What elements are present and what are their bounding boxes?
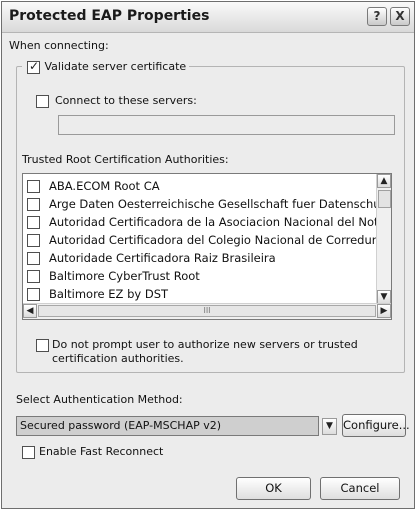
auth-method-select[interactable]: Secured password (EAP-MSCHAP v2) [16, 416, 319, 436]
auth-method-label: Select Authentication Method: [16, 393, 183, 406]
chevron-down-icon: ▼ [380, 292, 388, 302]
list-item[interactable]: ABA.ECOM Root CA [23, 178, 377, 196]
scroll-right-button[interactable]: ▶ [377, 304, 391, 318]
cert-name: Autoridade Certificadora Raiz Brasileira [49, 251, 276, 265]
list-item[interactable]: Autoridad Certificadora del Colegio Naci… [23, 232, 391, 250]
cert-name: Arge Daten Oesterreichische Gesellschaft… [49, 197, 392, 211]
cert-list[interactable]: ABA.ECOM Root CA Arge Daten Oesterreichi… [22, 173, 392, 320]
cert-checkbox[interactable] [27, 252, 40, 265]
title-bar[interactable]: Protected EAP Properties ? X [2, 2, 414, 33]
close-button[interactable]: X [390, 7, 410, 26]
cert-name: Baltimore EZ by DST [49, 287, 169, 301]
cancel-button[interactable]: Cancel [320, 477, 400, 500]
validate-cert-label: Validate server certificate [44, 59, 187, 73]
auth-method-dropdown-button[interactable]: ▼ [322, 418, 337, 435]
horizontal-scrollbar[interactable]: ◀ III ▶ [23, 303, 391, 319]
validate-cert-checkbox-row[interactable]: ✓ Validate server certificate [22, 58, 190, 75]
chevron-up-icon: ▲ [380, 176, 388, 186]
do-not-prompt-checkbox[interactable] [36, 339, 49, 352]
cert-checkbox[interactable] [27, 216, 40, 229]
cert-checkbox[interactable] [27, 180, 40, 193]
help-button[interactable]: ? [367, 7, 387, 26]
list-item[interactable]: Autoridade Certificadora Raiz Brasileira [23, 250, 377, 268]
do-not-prompt-label-line2: certification authorities. [52, 352, 184, 365]
fast-reconnect-label: Enable Fast Reconnect [39, 445, 164, 458]
checkmark-icon: ✓ [29, 58, 40, 73]
validate-cert-checkbox[interactable]: ✓ [27, 58, 40, 74]
vertical-scroll-thumb[interactable] [378, 190, 391, 208]
cert-name: Autoridad Certificadora de la Asociacion… [49, 215, 392, 229]
servers-input[interactable] [58, 115, 395, 135]
do-not-prompt-label-line1: Do not prompt user to authorize new serv… [52, 338, 358, 351]
cert-checkbox[interactable] [27, 270, 40, 283]
chevron-down-icon: ▼ [326, 421, 333, 431]
scroll-grip-icon: III [203, 306, 211, 315]
cert-name: Baltimore CyberTrust Root [49, 269, 200, 283]
horizontal-scroll-thumb[interactable]: III [38, 305, 376, 317]
cert-name: ABA.ECOM Root CA [49, 179, 160, 193]
scroll-down-button[interactable]: ▼ [377, 290, 391, 304]
configure-button[interactable]: Configure... [342, 414, 410, 437]
scroll-up-button[interactable]: ▲ [377, 174, 391, 188]
ok-button[interactable]: OK [236, 477, 311, 500]
connect-servers-checkbox[interactable] [36, 95, 49, 108]
list-item[interactable]: Autoridad Certificadora de la Asociacion… [23, 214, 391, 232]
question-mark-icon: ? [373, 9, 381, 23]
auth-method-value: Secured password (EAP-MSCHAP v2) [20, 419, 222, 432]
list-item[interactable]: Baltimore EZ by DST [23, 286, 377, 304]
chevron-right-icon: ▶ [380, 306, 388, 316]
when-connecting-label: When connecting: [9, 39, 109, 52]
connect-servers-label: Connect to these servers: [55, 94, 197, 107]
scroll-left-button[interactable]: ◀ [23, 304, 37, 318]
chevron-left-icon: ◀ [26, 306, 34, 316]
dialog-window: Protected EAP Properties ? X When connec… [1, 1, 415, 509]
cert-checkbox[interactable] [27, 234, 40, 247]
vertical-scrollbar[interactable]: ▲ ▼ [376, 174, 391, 304]
fast-reconnect-checkbox[interactable] [22, 446, 35, 459]
trusted-root-label: Trusted Root Certification Authorities: [22, 153, 229, 166]
cert-checkbox[interactable] [27, 288, 40, 301]
cert-checkbox[interactable] [27, 198, 40, 211]
close-icon: X [395, 9, 405, 23]
cert-name: Autoridad Certificadora del Colegio Naci… [49, 233, 392, 247]
list-item[interactable]: Baltimore CyberTrust Root [23, 268, 377, 286]
window-title: Protected EAP Properties [9, 8, 210, 24]
list-item[interactable]: Arge Daten Oesterreichische Gesellschaft… [23, 196, 391, 214]
